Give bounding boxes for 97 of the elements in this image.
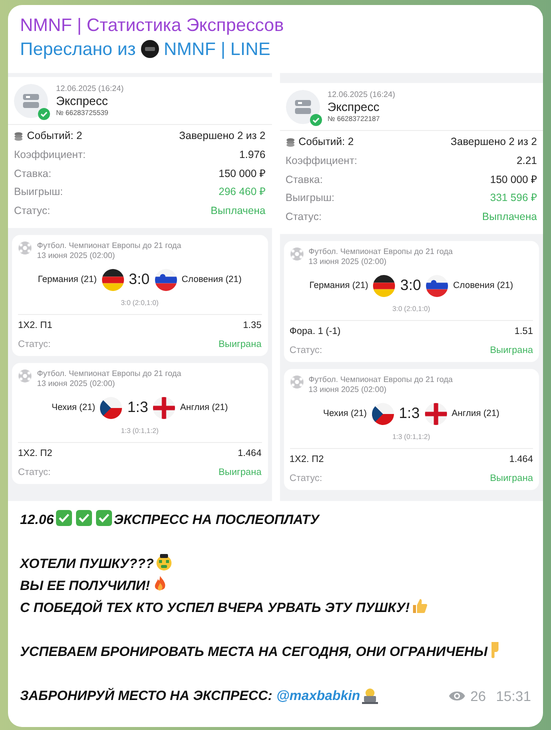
team-name: Чехия (21) — [52, 401, 96, 414]
channel-avatar-icon[interactable] — [140, 40, 159, 58]
flag-icon — [424, 402, 447, 425]
slip-title: Экспресс — [56, 94, 109, 108]
flag-icon — [100, 396, 122, 419]
flag-icon — [373, 274, 396, 297]
market-text: 1X2. П2 — [18, 447, 52, 462]
stat-value: Выплачена — [210, 204, 266, 219]
league-text: Футбол. Чемпионат Европы до 21 года — [308, 374, 453, 385]
stat-label: Коэффициент: — [14, 148, 86, 163]
match-date: 13 июня 2025 (02:00) — [308, 384, 388, 395]
stat-value: Выплачена — [482, 210, 537, 225]
match-score: 1:3 — [127, 400, 148, 416]
match-date: 13 июня 2025 (02:00) — [308, 256, 388, 267]
slip-icon — [286, 90, 320, 124]
stat-label: Ставка: — [14, 166, 52, 182]
match-date: 13 июня 2025 (02:00) — [37, 250, 116, 261]
ball-icon — [290, 246, 304, 261]
flag-icon — [426, 274, 448, 297]
completed-text: Завершено 2 из 2 — [450, 135, 537, 150]
status-label: Статус: — [290, 344, 322, 358]
laptop-icon — [361, 687, 380, 705]
check-icon — [74, 509, 93, 527]
stack-icon — [14, 132, 23, 142]
message-text: С ПОБЕДОЙ ТЕХ КТО УСПЕЛ ВЧЕРА УРВАТЬ ЭТУ ПУШКУ! — [20, 600, 410, 615]
message-text: ЭКСПРЕСС НА ПОСЛЕОПЛАТУ — [114, 512, 320, 527]
thumbs-up-icon — [410, 597, 429, 615]
stat-label: Ставка: — [286, 172, 323, 188]
message-text: ЗАБРОНИРУЙ МЕСТО НА ЭКСПРЕСС: — [20, 686, 272, 705]
match-score: 1:3 — [398, 406, 420, 422]
view-count: 26 — [470, 687, 486, 706]
market-text: 1X2. П2 — [290, 453, 324, 468]
message-text: ХОТЕЛИ ПУШКУ??? — [20, 556, 154, 571]
team-name: Англия (21) — [180, 401, 228, 414]
odds-text: 1.464 — [238, 447, 262, 462]
stat-value: 331 596 ₽ — [490, 191, 537, 206]
slip-title: Экспресс — [328, 100, 380, 114]
stat-value: 296 460 ₽ — [218, 185, 266, 200]
match-score: 3:0 — [400, 278, 422, 294]
completed-text: Завершено 2 из 2 — [179, 129, 266, 144]
forwarded-channel[interactable]: NMNF | LINE — [164, 37, 270, 61]
slip-date: 12.06.2025 (16:24) — [328, 89, 396, 100]
message-text: ВЫ ЕЕ ПОЛУЧИЛИ! — [20, 578, 150, 593]
flag-icon — [372, 402, 394, 425]
team-name: Словения (21) — [182, 273, 242, 286]
stat-value: 2.21 — [516, 154, 537, 169]
ball-icon — [290, 374, 304, 389]
team-name: Чехия (21) — [323, 407, 367, 420]
username-link[interactable]: @maxbabkin — [276, 685, 360, 707]
match-score: 3:0 — [128, 272, 150, 288]
league-text: Футбол. Чемпионат Европы до 21 года — [37, 368, 182, 379]
stat-value: 150 000 ₽ — [218, 166, 266, 182]
slip-date: 12.06.2025 (16:24) — [56, 83, 124, 94]
emoji-icon — [154, 553, 173, 571]
check-icon — [94, 509, 113, 527]
events-count: Событий: 2 — [27, 129, 82, 144]
stat-label: Выигрыш: — [14, 185, 63, 200]
status-value: Выиграна — [490, 472, 533, 486]
check-icon — [54, 509, 73, 527]
stat-value: 150 000 ₽ — [490, 172, 537, 188]
stack-icon — [286, 138, 294, 148]
stat-value: 1.976 — [239, 148, 266, 163]
team-name: Германия (21) — [309, 279, 368, 292]
market-text: Фора. 1 (-1) — [290, 325, 341, 340]
message-text: 12.06 — [20, 512, 54, 527]
odds-text: 1.51 — [514, 325, 533, 340]
message-text: УСПЕВАЕМ БРОНИРОВАТЬ МЕСТА НА СЕГОДНЯ, ОНИ ОГРАНИЧЕНЫ — [20, 644, 488, 659]
flag-icon — [102, 268, 124, 291]
team-name: Словения (21) — [453, 279, 514, 292]
message-time: 15:31 — [496, 687, 531, 706]
league-text: Футбол. Чемпионат Европы до 21 года — [308, 246, 453, 257]
flag-icon — [154, 268, 177, 291]
status-label: Статус: — [18, 466, 51, 480]
odds-text: 1.35 — [243, 319, 262, 334]
views-icon — [448, 690, 466, 702]
status-label: Статус: — [290, 472, 322, 486]
events-count: Событий: 2 — [298, 135, 354, 150]
stat-label: Коэффициент: — [286, 154, 358, 169]
ball-icon — [18, 240, 32, 255]
stat-label: Статус: — [14, 204, 50, 219]
channel-title[interactable]: NMNF | Статистика Экспрессов — [20, 13, 531, 37]
stat-label: Выигрыш: — [286, 191, 334, 206]
status-value: Выиграна — [218, 338, 262, 352]
slip-icon — [14, 84, 48, 118]
stat-label: Статус: — [286, 210, 322, 225]
odds-text: 1.464 — [509, 453, 533, 468]
status-label: Статус: — [18, 338, 51, 352]
flag-icon — [153, 396, 176, 419]
team-name: Германия (21) — [38, 273, 97, 286]
forwarded-label: Переслано из — [20, 38, 136, 61]
status-value: Выиграна — [218, 466, 262, 480]
market-text: 1X2. П1 — [18, 319, 52, 334]
team-name: Англия (21) — [452, 407, 500, 420]
status-value: Выиграна — [490, 344, 533, 358]
league-text: Футбол. Чемпионат Европы до 21 года — [37, 240, 182, 251]
ball-icon — [18, 368, 32, 383]
match-date: 13 июня 2025 (02:00) — [37, 378, 116, 389]
